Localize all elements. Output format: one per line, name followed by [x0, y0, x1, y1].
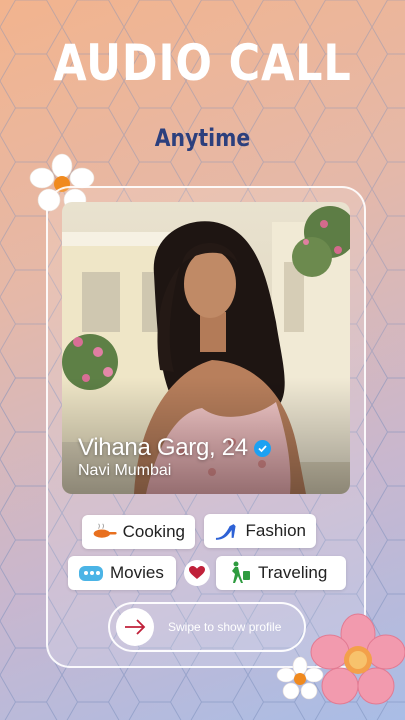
profile-city: Navi Mumbai — [78, 462, 172, 479]
arrow-right-icon — [125, 619, 146, 635]
interest-chip-movies[interactable]: Movies — [68, 556, 176, 590]
interest-label: Movies — [110, 563, 164, 582]
interest-label: Cooking — [122, 522, 185, 541]
page-subtitle: Anytime — [154, 124, 251, 152]
interest-label: Traveling — [258, 563, 328, 582]
swipe-label: Swipe to show profile — [168, 620, 282, 634]
small-daisy-decoration — [276, 656, 324, 700]
interest-chip-traveling[interactable]: Traveling — [216, 556, 346, 590]
movie-icon — [79, 566, 103, 581]
heart-icon — [184, 560, 210, 586]
swipe-to-show-profile[interactable]: Swipe to show profile — [108, 602, 306, 652]
interest-chip-cooking[interactable]: Cooking — [82, 515, 195, 549]
swipe-handle[interactable] — [116, 608, 154, 646]
cooking-icon — [93, 523, 117, 538]
verified-badge-icon — [253, 439, 271, 457]
profile-name: Vihana Garg, 24 — [78, 434, 248, 461]
interest-label: Fashion — [245, 521, 306, 540]
pink-flower-decoration — [310, 613, 405, 705]
profile-name-row: Vihana Garg, 24 — [78, 434, 271, 462]
interest-chip-fashion[interactable]: Fashion — [204, 514, 316, 548]
traveler-icon — [232, 561, 250, 583]
high-heel-icon — [215, 524, 236, 540]
page-title: AUDIO CALL — [53, 34, 352, 92]
